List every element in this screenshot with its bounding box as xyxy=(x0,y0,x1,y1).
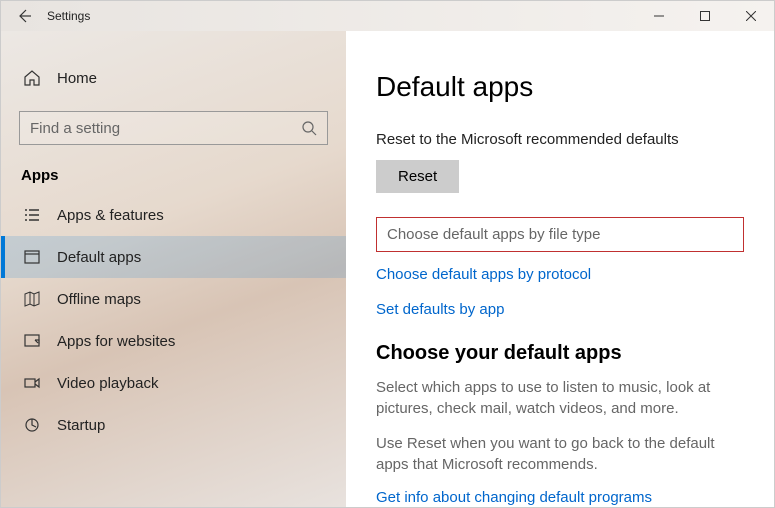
maximize-button[interactable] xyxy=(682,1,728,31)
startup-icon xyxy=(21,416,43,434)
body: Home Apps Apps & features Default apps O… xyxy=(1,31,774,507)
nav-label: Startup xyxy=(57,417,105,434)
content-pane: Default apps Reset to the Microsoft reco… xyxy=(346,31,774,507)
map-icon xyxy=(21,290,43,308)
nav-label: Apps for websites xyxy=(57,333,175,350)
nav-default-apps[interactable]: Default apps xyxy=(1,236,346,278)
settings-window: Settings Home Apps Apps & features xyxy=(0,0,775,508)
subheading: Choose your default apps xyxy=(376,342,744,365)
nav-offline-maps[interactable]: Offline maps xyxy=(1,278,346,320)
maximize-icon xyxy=(700,11,710,21)
nav-apps-websites[interactable]: Apps for websites xyxy=(1,320,346,362)
sidebar: Home Apps Apps & features Default apps O… xyxy=(1,31,346,507)
nav-label: Video playback xyxy=(57,375,158,392)
minimize-icon xyxy=(654,11,664,21)
search-icon xyxy=(301,120,317,136)
nav-label: Apps & features xyxy=(57,207,164,224)
close-icon xyxy=(746,11,756,21)
nav-label: Default apps xyxy=(57,249,141,266)
reset-button[interactable]: Reset xyxy=(376,160,459,193)
arrow-left-icon xyxy=(16,8,32,24)
desc-2: Use Reset when you want to go back to th… xyxy=(376,433,744,475)
close-button[interactable] xyxy=(728,1,774,31)
home-icon xyxy=(21,69,43,87)
websites-icon xyxy=(21,332,43,350)
link-choose-by-protocol[interactable]: Choose default apps by protocol xyxy=(376,266,744,283)
section-header: Apps xyxy=(1,153,346,194)
video-icon xyxy=(21,374,43,392)
search-box[interactable] xyxy=(19,111,328,145)
home-label: Home xyxy=(57,70,97,87)
reset-description: Reset to the Microsoft recommended defau… xyxy=(376,131,744,148)
minimize-button[interactable] xyxy=(636,1,682,31)
window-title: Settings xyxy=(47,9,90,23)
nav-startup[interactable]: Startup xyxy=(1,404,346,446)
link-get-info[interactable]: Get info about changing default programs xyxy=(376,489,744,506)
home-nav[interactable]: Home xyxy=(1,59,346,97)
link-set-defaults-by-app[interactable]: Set defaults by app xyxy=(376,301,744,318)
nav-video-playback[interactable]: Video playback xyxy=(1,362,346,404)
list-icon xyxy=(21,206,43,224)
titlebar: Settings xyxy=(1,1,774,31)
desc-1: Select which apps to use to listen to mu… xyxy=(376,377,744,419)
search-input[interactable] xyxy=(30,120,301,137)
nav-apps-features[interactable]: Apps & features xyxy=(1,194,346,236)
page-heading: Default apps xyxy=(376,71,744,103)
nav-label: Offline maps xyxy=(57,291,141,308)
back-button[interactable] xyxy=(1,1,47,31)
link-choose-by-filetype[interactable]: Choose default apps by file type xyxy=(376,217,744,252)
defaults-icon xyxy=(21,248,43,266)
